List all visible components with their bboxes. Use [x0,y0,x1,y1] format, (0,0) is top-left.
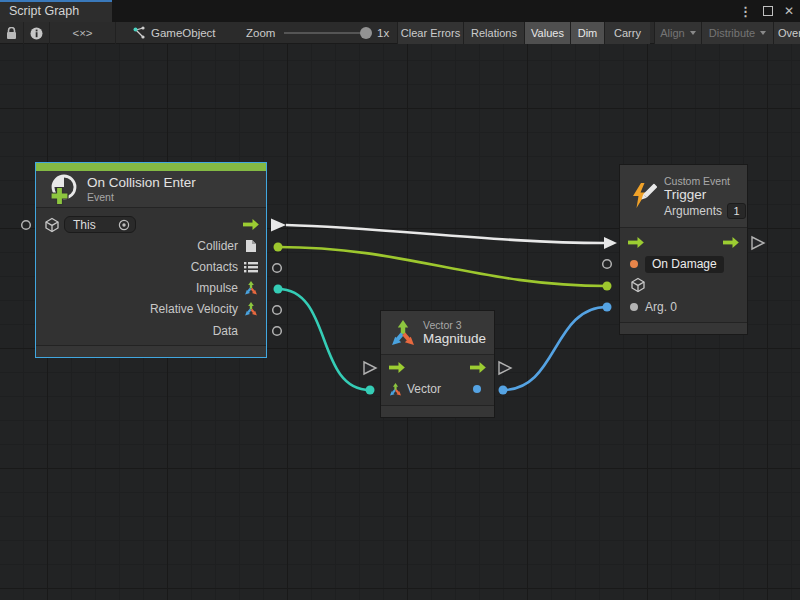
target-object-value: This [73,218,96,232]
gameobject-cube-icon [44,217,60,233]
wire-impulse[interactable] [278,289,370,390]
port-label-data: Data [213,324,238,338]
vector3-icon [389,383,402,396]
flow-in-arrow-icon[interactable] [628,237,644,248]
toolbar: <×> GameObject Zoom 1x Clear Errors Rela… [0,22,800,44]
port-magnitude-value-output[interactable] [499,386,508,395]
port-relative-velocity-output[interactable] [273,306,282,315]
list-icon [244,261,258,273]
info-button[interactable] [24,22,50,44]
event-name-field[interactable]: On Damage [645,256,724,273]
collider-icon [245,239,257,253]
port-label-relative-velocity: Relative Velocity [150,302,238,316]
gameobject-label: GameObject [151,27,216,39]
zoom-slider-knob[interactable] [360,27,372,39]
arg0-port-icon [630,303,638,311]
tab-script-graph[interactable]: Script Graph [0,0,112,22]
node-type-label: Vector 3 [423,319,486,331]
event-color-strip [36,163,266,171]
target-object-field[interactable]: This [64,216,136,233]
align-label: Align [660,27,684,39]
title-bar: Script Graph ⋮ ✕ [0,0,800,22]
port-label-arg0: Arg. 0 [645,300,677,314]
port-label-impulse: Impulse [196,281,238,295]
port-contacts-output[interactable] [273,264,282,273]
node-title: Magnitude [423,331,486,346]
zoom-label: Zoom [246,22,275,44]
lock-button[interactable] [0,22,24,44]
gameobject-icon [132,26,146,40]
port-this-input[interactable] [22,221,31,230]
port-trigger-flow-input[interactable] [604,237,617,249]
port-trigger-target-input[interactable] [603,282,612,291]
port-impulse-output[interactable] [274,285,283,294]
distribute-button[interactable]: Distribute [701,22,773,44]
port-collider-output[interactable] [274,243,283,252]
flow-in-arrow-icon[interactable] [389,362,405,373]
port-label-contacts: Contacts [191,260,238,274]
dim-button[interactable]: Dim [570,22,604,44]
node-custom-event-trigger[interactable]: Custom Event Trigger Arguments 1 On Dama… [619,164,748,335]
float-output-port-icon[interactable] [473,385,481,393]
gameobject-cube-icon [630,277,646,293]
vector3-icon [244,281,258,295]
port-vector-input[interactable] [366,386,375,395]
align-button[interactable]: Align [654,22,701,44]
gameobject-chip[interactable]: GameObject [132,22,216,44]
tab-label: Script Graph [9,4,79,18]
port-label-collider: Collider [197,239,238,253]
align-caret-icon [690,31,696,35]
string-port-icon [630,260,638,268]
code-icon: <×> [72,27,92,39]
node-footer [381,405,494,417]
port-event-name-input[interactable] [603,260,612,269]
node-footer [620,322,747,334]
arguments-label: Arguments [664,204,722,218]
node-subtitle: Event [87,191,196,203]
zoom-value: 1x [377,22,389,44]
flow-out-arrow-icon[interactable] [723,237,739,248]
node-magnitude[interactable]: Vector 3 Magnitude Vector [380,310,495,418]
flow-out-arrow-icon[interactable] [243,219,259,230]
lock-icon [6,27,17,40]
distribute-label: Distribute [709,27,755,39]
port-trigger-flow-output[interactable] [752,237,764,249]
node-type-label: Custom Event [664,175,746,187]
node-title: On Collision Enter [87,175,196,190]
zoom-slider[interactable] [284,32,368,34]
port-flow-output[interactable] [271,219,286,232]
flow-out-arrow-icon[interactable] [470,362,486,373]
custom-event-icon [629,182,657,210]
node-title: Trigger [664,187,746,202]
menu-icon[interactable]: ⋮ [739,4,752,19]
overview-button[interactable]: Overv [773,22,800,44]
node-footer [36,345,266,357]
node-on-collision-enter[interactable]: On Collision Enter Event This Collider [35,162,267,358]
object-picker-icon[interactable] [118,219,130,231]
clear-errors-button[interactable]: Clear Errors [397,22,463,44]
arguments-count-field[interactable]: 1 [727,203,746,219]
relations-button[interactable]: Relations [463,22,524,44]
maximize-icon[interactable] [763,6,773,16]
event-icon [47,173,80,206]
wire-magnitude[interactable] [503,307,607,390]
port-magnitude-flow-input[interactable] [364,362,376,374]
carry-button[interactable]: Carry [604,22,650,44]
wire-collider[interactable] [278,247,607,286]
vector3-icon [244,302,258,316]
values-button[interactable]: Values [524,22,570,44]
graph-canvas[interactable]: On Collision Enter Event This Collider [0,44,800,600]
code-view-button[interactable]: <×> [50,22,116,44]
port-label-vector: Vector [407,382,441,396]
wire-flow[interactable] [286,225,604,243]
distribute-caret-icon [760,31,766,35]
info-icon [30,27,43,40]
port-magnitude-flow-output[interactable] [499,362,511,374]
port-data-output[interactable] [273,327,282,336]
close-icon[interactable]: ✕ [784,4,794,18]
port-arg0-input[interactable] [603,303,612,312]
vector3-icon [390,320,416,346]
